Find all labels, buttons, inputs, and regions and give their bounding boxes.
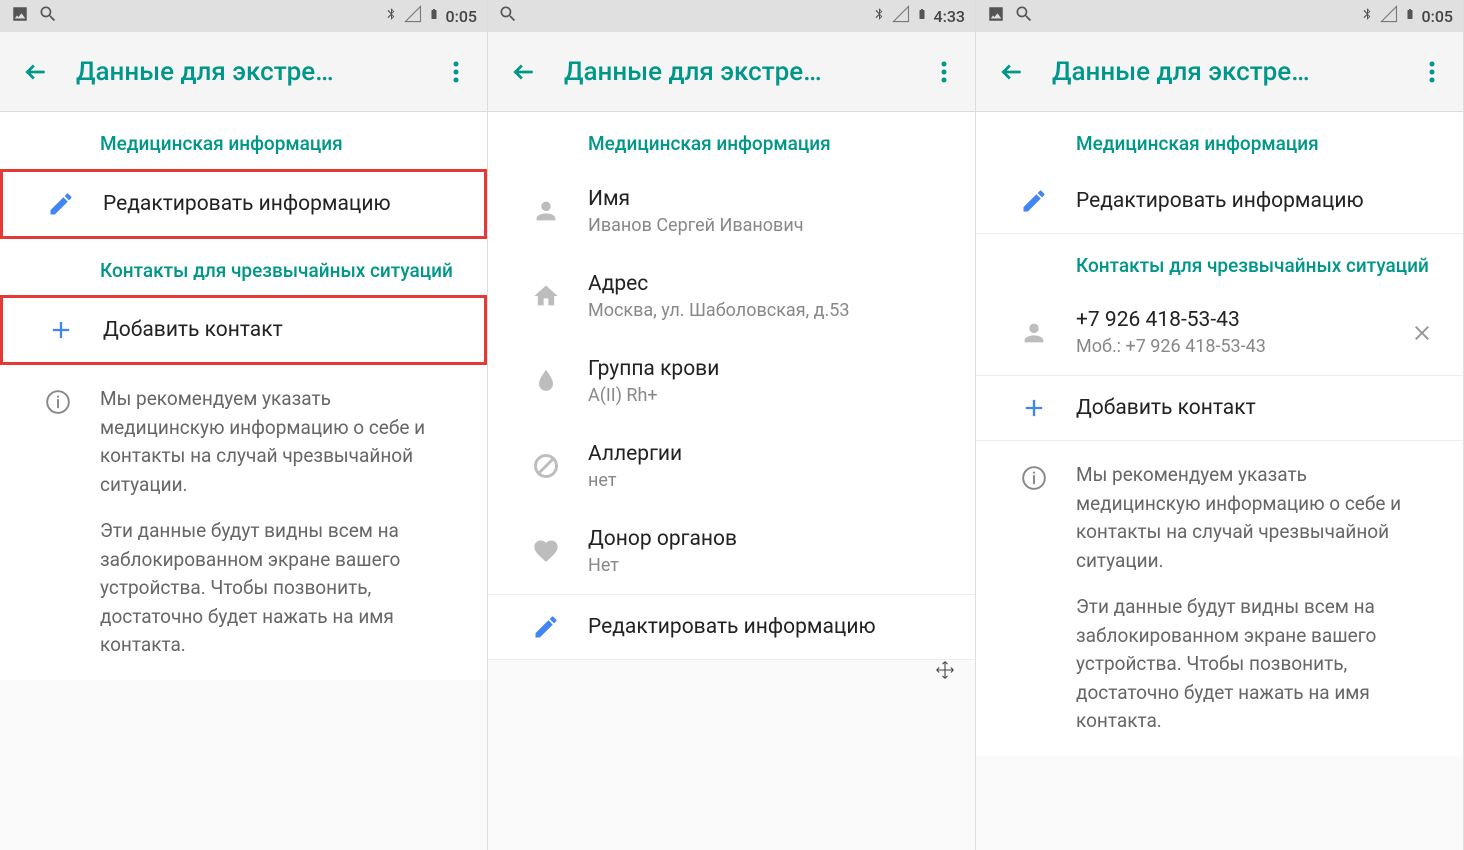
list-item-label: Добавить контакт: [103, 318, 468, 342]
image-icon: [10, 5, 30, 27]
info-paragraph-2: Эти данные будут видны всем на заблокиро…: [100, 517, 457, 660]
info-paragraph-1: Мы рекомендуем указать медицинскую инфор…: [100, 385, 457, 499]
contact-phone-type: Моб.: +7 926 418-53-43: [1076, 336, 1397, 357]
contact-phone: +7 926 418-53-43: [1076, 308, 1397, 332]
overflow-menu-button[interactable]: [1417, 61, 1447, 83]
add-contact-button[interactable]: Добавить контакт: [976, 375, 1463, 441]
list-item-label: Редактировать информацию: [103, 192, 468, 216]
field-value: Нет: [588, 555, 959, 576]
signal-icon: [404, 5, 422, 27]
heart-icon: [504, 537, 588, 565]
info-icon: [992, 461, 1076, 736]
signal-icon: [892, 5, 910, 27]
search-icon: [1014, 4, 1034, 28]
slash-circle-icon: [504, 452, 588, 480]
remove-contact-button[interactable]: [1397, 321, 1447, 345]
overflow-menu-button[interactable]: [441, 61, 471, 83]
list-item-label: Редактировать информацию: [588, 615, 959, 639]
app-title: Данные для экстре…: [1052, 57, 1417, 87]
back-button[interactable]: [16, 59, 56, 85]
emergency-contact-row[interactable]: +7 926 418-53-43 Моб.: +7 926 418-53-43: [976, 290, 1463, 375]
field-label: Аллергии: [588, 442, 959, 466]
phone-screen-1: 0:05 Данные для экстре… Медицинская инфо…: [0, 0, 488, 850]
section-header-contacts: Контакты для чрезвычайных ситуаций: [976, 234, 1463, 291]
field-label: Донор органов: [588, 527, 959, 551]
field-value: нет: [588, 470, 959, 491]
battery-icon: [428, 5, 440, 27]
status-time: 4:33: [934, 7, 966, 26]
app-title: Данные для экстре…: [76, 57, 441, 87]
section-header-medical: Медицинская информация: [976, 112, 1463, 169]
pencil-icon: [19, 190, 103, 218]
app-title: Данные для экстре…: [564, 57, 929, 87]
home-icon: [504, 282, 588, 310]
app-bar: Данные для экстре…: [976, 32, 1463, 112]
info-block: Мы рекомендуем указать медицинскую инфор…: [0, 365, 487, 680]
phone-screen-2: 4:33 Данные для экстре… Медицинская инфо…: [488, 0, 976, 850]
edit-info-button[interactable]: Редактировать информацию: [488, 594, 975, 660]
plus-icon: [992, 394, 1076, 422]
field-value: Иванов Сергей Иванович: [588, 215, 959, 236]
medical-donor-row[interactable]: Донор органов Нет: [488, 509, 975, 594]
status-bar: 0:05: [976, 0, 1463, 32]
field-label: Адрес: [588, 272, 959, 296]
signal-icon: [1380, 5, 1398, 27]
section-header-medical: Медицинская информация: [0, 112, 487, 169]
pencil-icon: [992, 187, 1076, 215]
phone-screen-3: 0:05 Данные для экстре… Медицинская инфо…: [976, 0, 1464, 850]
image-icon: [986, 5, 1006, 27]
search-icon: [498, 4, 518, 28]
add-contact-button[interactable]: Добавить контакт: [0, 295, 487, 365]
battery-icon: [1404, 5, 1416, 27]
list-item-label: Редактировать информацию: [1076, 189, 1447, 213]
field-label: Имя: [588, 187, 959, 211]
info-block: Мы рекомендуем указать медицинскую инфор…: [976, 441, 1463, 756]
edit-info-button[interactable]: Редактировать информацию: [0, 169, 487, 239]
move-cursor-icon: [935, 660, 955, 680]
medical-name-row[interactable]: Имя Иванов Сергей Иванович: [488, 169, 975, 254]
medical-address-row[interactable]: Адрес Москва, ул. Шаболовская, д.53: [488, 254, 975, 339]
overflow-menu-button[interactable]: [929, 61, 959, 83]
section-header-contacts: Контакты для чрезвычайных ситуаций: [0, 239, 487, 296]
app-bar: Данные для экстре…: [0, 32, 487, 112]
drop-icon: [504, 367, 588, 395]
status-bar: 4:33: [488, 0, 975, 32]
status-time: 0:05: [1422, 7, 1454, 26]
person-icon: [992, 319, 1076, 347]
field-value: A(II) Rh+: [588, 385, 959, 406]
bluetooth-icon: [872, 5, 886, 27]
plus-icon: [19, 316, 103, 344]
medical-allergy-row[interactable]: Аллергии нет: [488, 424, 975, 509]
section-header-medical: Медицинская информация: [488, 112, 975, 169]
status-bar: 0:05: [0, 0, 487, 32]
info-paragraph-1: Мы рекомендуем указать медицинскую инфор…: [1076, 461, 1433, 575]
edit-info-button[interactable]: Редактировать информацию: [976, 169, 1463, 234]
pencil-icon: [504, 613, 588, 641]
field-label: Группа крови: [588, 357, 959, 381]
app-bar: Данные для экстре…: [488, 32, 975, 112]
battery-icon: [916, 5, 928, 27]
bluetooth-icon: [1360, 5, 1374, 27]
person-icon: [504, 197, 588, 225]
back-button[interactable]: [992, 59, 1032, 85]
medical-blood-row[interactable]: Группа крови A(II) Rh+: [488, 339, 975, 424]
info-paragraph-2: Эти данные будут видны всем на заблокиро…: [1076, 593, 1433, 736]
back-button[interactable]: [504, 59, 544, 85]
search-icon: [38, 4, 58, 28]
field-value: Москва, ул. Шаболовская, д.53: [588, 300, 959, 321]
info-icon: [16, 385, 100, 660]
list-item-label: Добавить контакт: [1076, 396, 1447, 420]
status-time: 0:05: [446, 7, 478, 26]
bluetooth-icon: [384, 5, 398, 27]
